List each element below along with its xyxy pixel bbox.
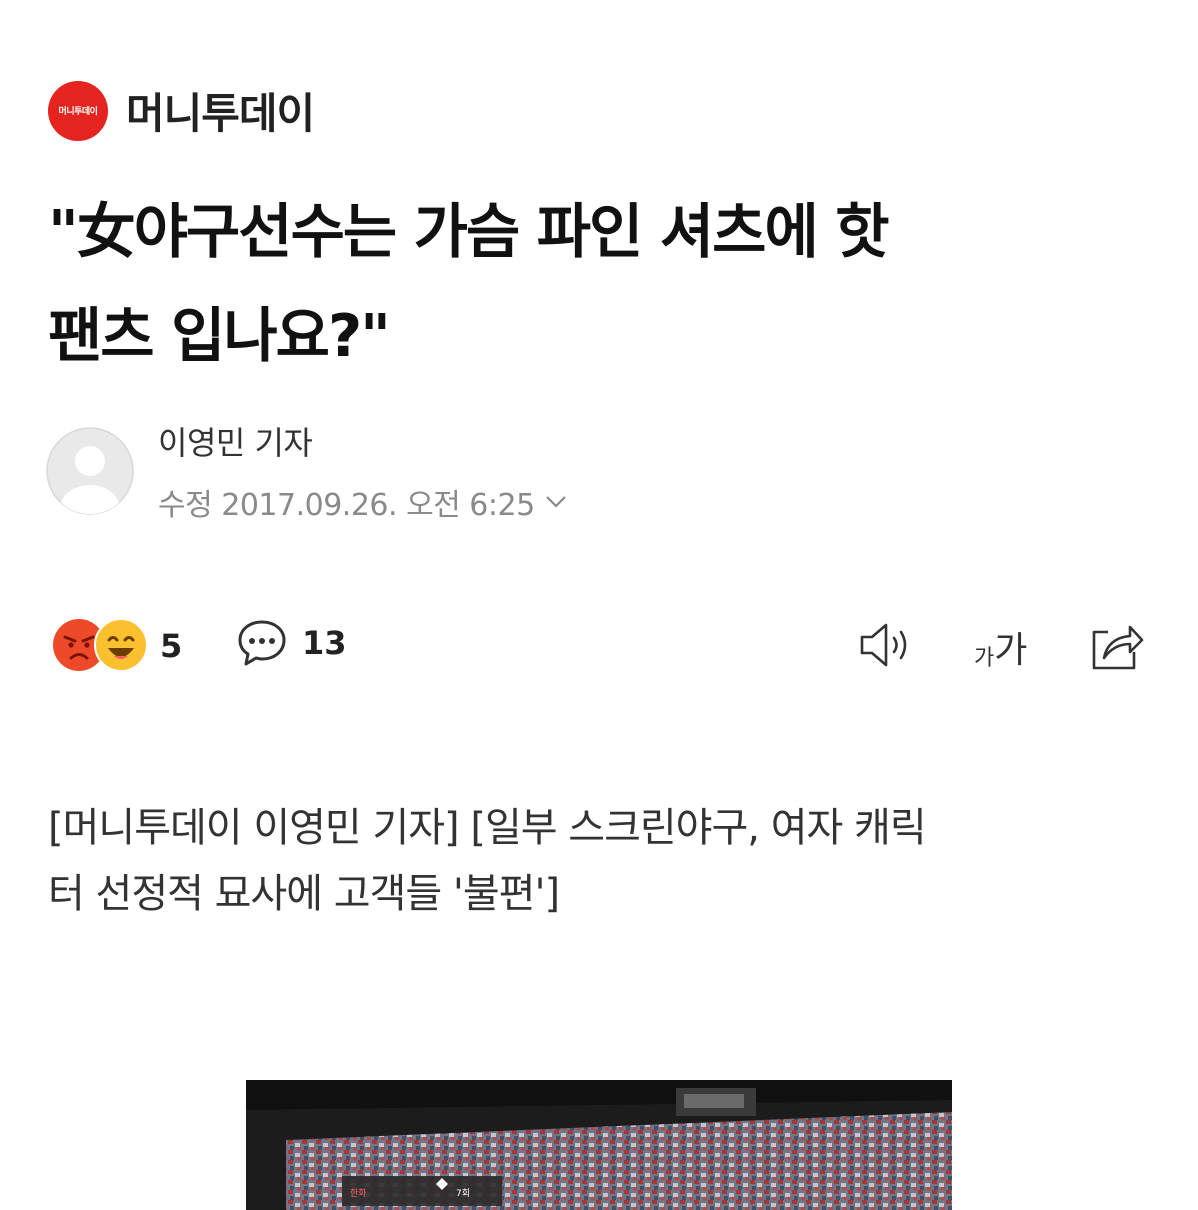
author-block: 이영민 기자 수정 2017.09.26. 오전 6:25 <box>46 418 567 524</box>
headline-line-2: 팬츠 입나요?" <box>48 301 391 370</box>
body-line-1: [머니투데이 이영민 기자] [일부 스크린야구, 여자 캐릭 <box>48 805 927 851</box>
press-name[interactable]: 머니투데이 <box>126 80 315 141</box>
reaction-summary[interactable]: 5 <box>52 618 182 674</box>
comment-button[interactable]: 13 <box>236 618 347 668</box>
article-toolbar: 5 13 가 가 <box>48 614 1148 674</box>
headline-line-1: "女야구선수는 가슴 파인 셔츠에 핫 <box>48 197 890 266</box>
reporter-name[interactable]: 이영민 기자 <box>158 418 567 464</box>
article-photo[interactable]: 한화 7회 <box>246 1080 952 1210</box>
chevron-down-icon[interactable] <box>545 495 567 509</box>
speaker-icon[interactable] <box>858 620 914 670</box>
dateline-text: 수정 2017.09.26. 오전 6:25 <box>158 488 535 523</box>
scoreboard-inning: 7회 <box>456 1188 470 1199</box>
screen-baseball-photo: 한화 7회 <box>246 1080 952 1210</box>
font-size-small-label: 가 <box>974 646 995 671</box>
font-size-large-label: 가 <box>994 630 1028 671</box>
article-body: [머니투데이 이영민 기자] [일부 스크린야구, 여자 캐릭 터 선정적 묘사… <box>48 795 1158 927</box>
scoreboard-team: 한화 <box>350 1188 367 1199</box>
dateline[interactable]: 수정 2017.09.26. 오전 6:25 <box>158 480 567 524</box>
press-logo-text: 머니투데이 <box>58 107 98 117</box>
laugh-emoji-icon <box>94 618 148 672</box>
share-icon[interactable] <box>1088 620 1146 672</box>
comment-count: 13 <box>302 624 347 662</box>
font-size-button[interactable]: 가 가 <box>974 618 1027 670</box>
avatar[interactable] <box>46 427 134 515</box>
article-headline: "女야구선수는 가슴 파인 셔츠에 핫 팬츠 입나요?" <box>48 180 1158 388</box>
comment-icon <box>238 620 286 666</box>
reaction-count: 5 <box>160 627 183 665</box>
press-logo[interactable]: 머니투데이 <box>48 80 108 141</box>
body-line-2: 터 선정적 묘사에 고객들 '불편'] <box>48 871 560 917</box>
press-header[interactable]: 머니투데이 머니투데이 <box>48 80 315 141</box>
